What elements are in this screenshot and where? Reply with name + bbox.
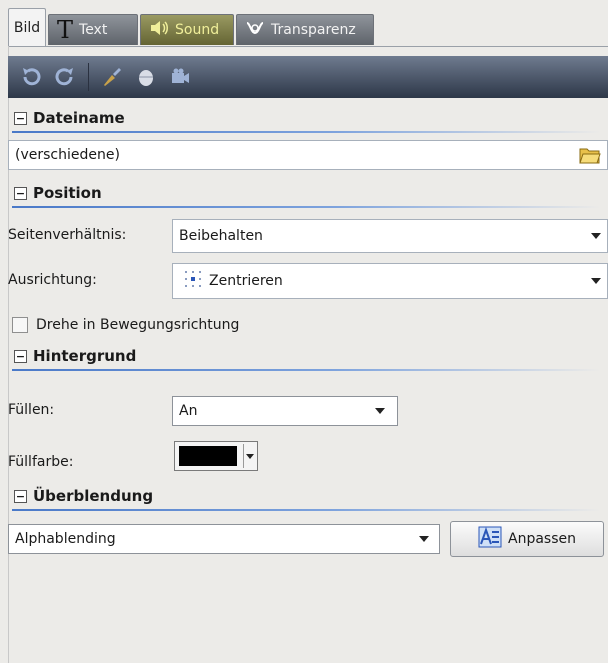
tab-bild[interactable]: Bild [8,8,46,46]
collapse-icon[interactable]: − [14,111,27,125]
chevron-down-icon [246,454,254,459]
collapse-icon[interactable]: − [14,489,27,503]
fill-label: Füllen: [8,402,55,418]
section-dateiname-title: Dateiname [33,109,125,127]
chevron-down-icon [419,536,429,542]
divider [243,444,244,468]
toolbar-separator [88,63,89,91]
mouse-icon[interactable] [131,62,161,92]
tab-text[interactable]: T Text [48,14,138,45]
section-hintergrund[interactable]: − Hintergrund [8,343,608,371]
alignment-select[interactable]: Zentrieren [172,263,608,299]
blend-mode-select[interactable]: Alphablending [8,524,440,554]
section-ueberblendung-title: Überblendung [33,487,154,505]
adjust-button[interactable]: Anpassen [450,521,604,557]
section-position[interactable]: − Position [8,180,608,208]
color-swatch [179,446,237,466]
adjust-button-label: Anpassen [508,531,576,547]
undo-icon[interactable] [16,62,46,92]
blend-mode-value: Alphablending [15,531,116,547]
speaker-icon [149,19,169,41]
text-icon: T [57,16,74,44]
fill-value: An [179,403,198,419]
chevron-down-icon [375,408,385,414]
tab-transparenz-label: Transparenz [271,22,356,38]
tab-sound[interactable]: Sound [140,14,234,45]
tab-text-label: Text [79,22,108,38]
alignment-value: Zentrieren [209,273,283,289]
redo-icon[interactable] [50,62,80,92]
toolbar [8,56,608,98]
fill-color-label: Füllfarbe: [8,454,74,470]
collapse-icon[interactable]: − [14,349,27,363]
fill-color-picker[interactable] [174,441,258,471]
rotate-checkbox-label: Drehe in Bewegungsrichtung [36,317,240,333]
tab-bild-label: Bild [13,19,41,36]
aspect-ratio-select[interactable]: Beibehalten [172,219,608,253]
section-hintergrund-title: Hintergrund [33,347,137,365]
filename-value: (verschiedene) [15,147,120,163]
tab-bar: Bild T Text Sound Transparenz [8,8,608,47]
section-dateiname[interactable]: − Dateiname [8,105,608,133]
collapse-icon[interactable]: − [14,186,27,200]
camera-icon[interactable] [165,62,195,92]
fill-select[interactable]: An [172,396,398,426]
chevron-down-icon [591,278,601,284]
section-ueberblendung[interactable]: − Überblendung [8,483,608,511]
brush-icon[interactable] [97,62,127,92]
rotate-checkbox[interactable] [12,317,28,333]
transparency-icon [245,19,265,41]
chevron-down-icon [591,233,601,239]
align-center-icon [183,269,203,293]
tab-sound-label: Sound [175,22,220,38]
section-position-title: Position [33,184,102,202]
filename-field[interactable]: (verschiedene) [8,140,608,170]
tab-transparenz[interactable]: Transparenz [236,14,374,45]
alignment-label: Ausrichtung: [8,272,97,288]
folder-open-icon[interactable] [579,145,601,169]
aspect-ratio-value: Beibehalten [179,228,263,244]
aspect-ratio-label: Seitenverhältnis: [8,227,127,243]
adjust-icon [478,526,502,552]
